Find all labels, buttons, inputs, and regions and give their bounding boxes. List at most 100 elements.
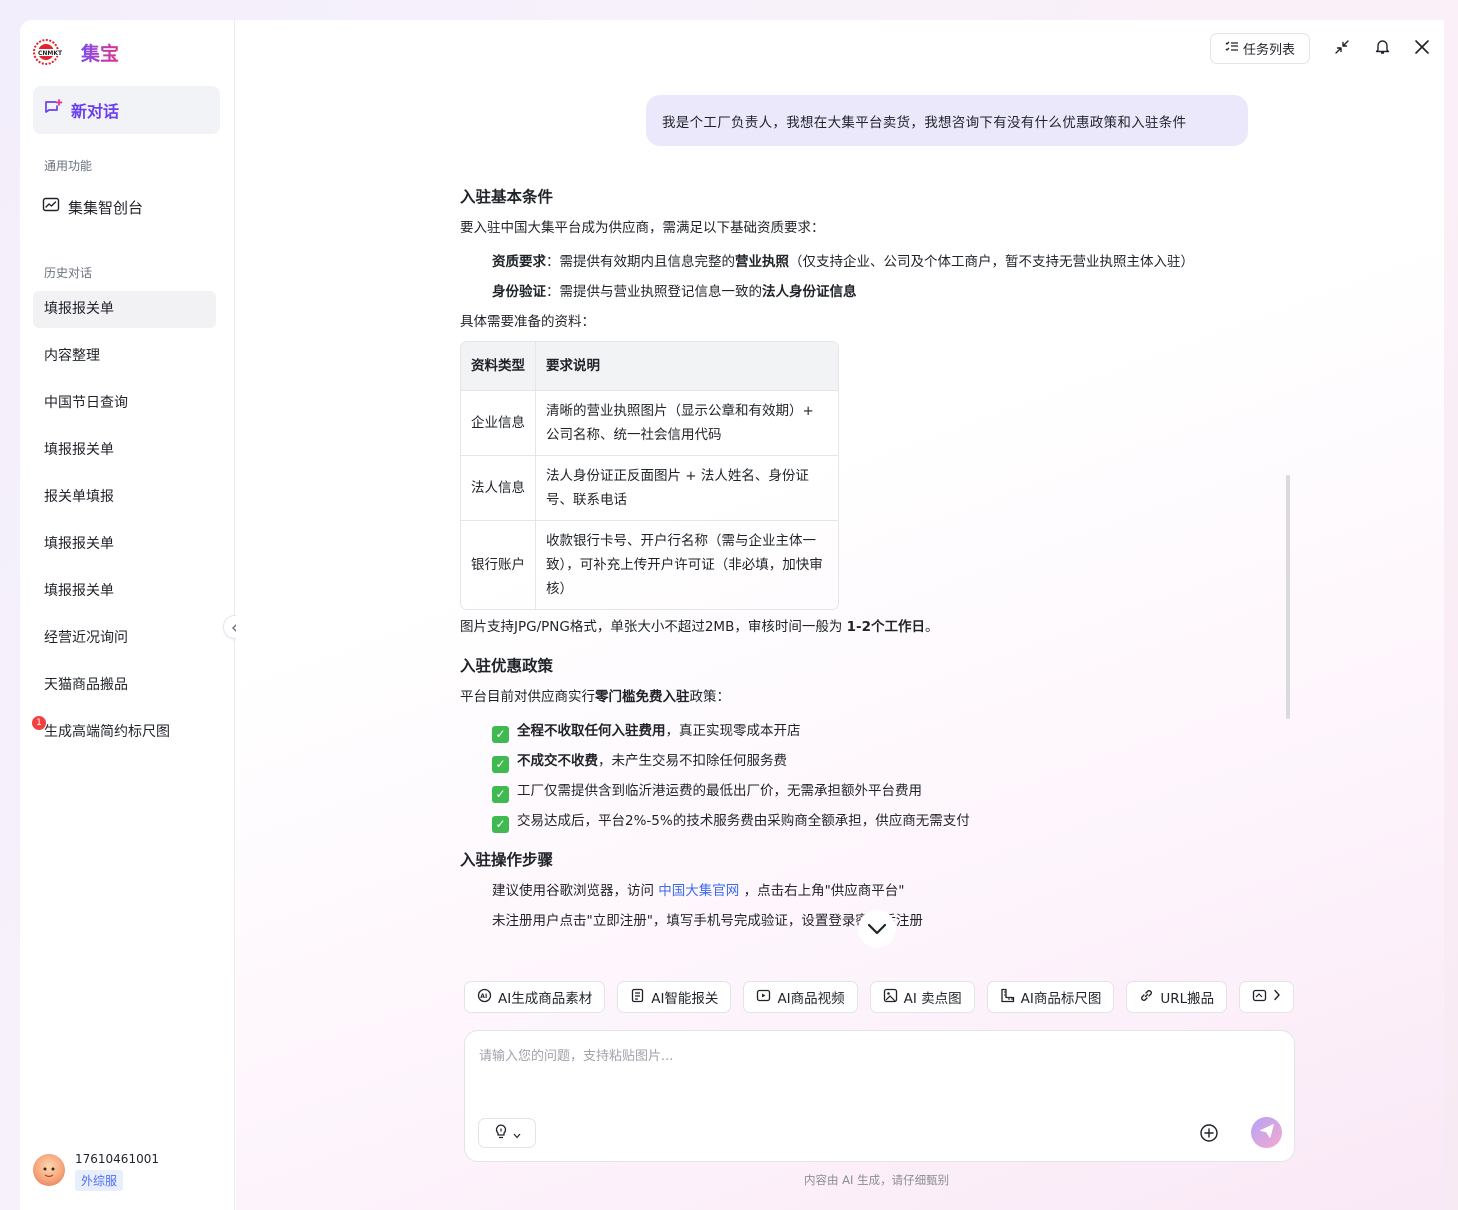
close-icon xyxy=(1414,39,1430,59)
ai-icon: AI xyxy=(477,988,492,1007)
table-row: 银行账户 收款银行卡号、开户行名称（需与企业主体一致），可补充上传开户许可证（非… xyxy=(461,520,838,609)
table-cell: 收款银行卡号、开户行名称（需与企业主体一致），可补充上传开户许可证（非必填，加快… xyxy=(536,520,838,609)
user-profile[interactable]: 17610461001 外综服 xyxy=(33,1150,159,1191)
history-item-label: 天猫商品搬品 xyxy=(44,677,128,693)
chip-ai-material[interactable]: AI AI生成商品素材 xyxy=(464,981,606,1013)
benefit-text: 交易达成后，平台2%-5%的技术服务费由采购商全额承担，供应商无需支付 xyxy=(517,813,970,829)
history-item[interactable]: 天猫商品搬品 xyxy=(33,667,216,704)
tool-item-studio[interactable]: 集集智创台 xyxy=(42,196,143,218)
history-list: 填报报关单 内容整理 中国节日查询 填报报关单 报关单填报 填报报关单 填报报关… xyxy=(32,291,216,761)
history-item[interactable]: 填报报关单 xyxy=(33,526,216,563)
avatar xyxy=(33,1154,65,1186)
bell-icon xyxy=(1374,38,1391,59)
check-icon: ✓ xyxy=(492,756,509,773)
chip-label: AI生成商品素材 xyxy=(498,991,593,1007)
materials-table: 资料类型 要求说明 企业信息 清晰的营业执照图片（显示公章和有效期）+ 公司名称… xyxy=(460,341,839,610)
history-item[interactable]: 报关单填报 xyxy=(33,479,216,516)
table-header: 要求说明 xyxy=(536,342,838,390)
image-icon xyxy=(1252,988,1267,1007)
notification-badge: 1 xyxy=(32,716,46,730)
history-item-label: 填报报关单 xyxy=(44,442,114,458)
user-message-text: 我是个工厂负责人，我想在大集平台卖货，我想咨询下有没有什么优惠政策和入驻条件 xyxy=(662,114,1187,131)
requirement-text: （仅支持企业、公司及个体工商户，暂不支持无营业执照主体入驻） xyxy=(789,254,1194,270)
quick-action-bar: AI AI生成商品素材 AI智能报关 AI商品视频 AI 卖点图 AI商品标尺图 xyxy=(464,981,1296,1013)
table-header-row: 资料类型 要求说明 xyxy=(461,342,838,390)
history-item-label: 中国节日查询 xyxy=(44,395,128,411)
svg-text:AI: AI xyxy=(480,993,487,1000)
new-chat-label: 新对话 xyxy=(71,102,120,121)
history-item-label: 生成高端简约标尺图 xyxy=(44,724,170,740)
video-icon xyxy=(756,988,771,1007)
paragraph-bold: 零门槛免费入驻 xyxy=(595,689,690,705)
chip-label: AI智能报关 xyxy=(651,991,719,1007)
benefit-bold: 全程不收取任何入驻费用 xyxy=(517,723,666,739)
official-site-link[interactable]: 中国大集官网 xyxy=(658,883,739,899)
chip-label: AI 卖点图 xyxy=(903,991,962,1007)
chip-url-import[interactable]: URL搬品 xyxy=(1126,981,1228,1013)
send-button[interactable] xyxy=(1251,1117,1282,1148)
table-row: 企业信息 清晰的营业执照图片（显示公章和有效期）+ 公司名称、统一社会信用代码 xyxy=(461,390,838,455)
notification-button[interactable] xyxy=(1374,38,1391,59)
chip-label: AI商品视频 xyxy=(777,991,845,1007)
lightbulb-icon xyxy=(493,1123,509,1143)
history-item[interactable]: 填报报关单 xyxy=(33,573,216,610)
link-icon xyxy=(1139,988,1154,1007)
scrollbar[interactable] xyxy=(1286,475,1290,719)
message-input[interactable] xyxy=(479,1045,1279,1105)
chevron-down-icon xyxy=(513,1124,521,1143)
minimize-button[interactable] xyxy=(1334,39,1350,59)
requirement-text: ：需提供有效期内且信息完整的 xyxy=(546,254,735,270)
table-cell: 清晰的营业执照图片（显示公章和有效期）+ 公司名称、统一社会信用代码 xyxy=(536,390,838,455)
section-title: 入驻操作步骤 xyxy=(460,851,554,869)
chip-ai-ruler[interactable]: AI商品标尺图 xyxy=(986,981,1115,1013)
step-text: ，点击右上角"供应商平台" xyxy=(739,883,905,899)
note-text: 。 xyxy=(925,619,939,635)
step-item: 建议使用谷歌浏览器，访问 中国大集官网 ，点击右上角"供应商平台" xyxy=(460,876,1260,906)
chip-ai-video[interactable]: AI商品视频 xyxy=(743,981,858,1013)
chat-main: 任务列表 我是个工厂负责人，我想在大集平台卖货，我想咨询下有没有什么优惠政策和入… xyxy=(236,20,1444,1210)
close-button[interactable] xyxy=(1414,39,1430,59)
benefit-bold: 不成交不收费 xyxy=(517,753,598,769)
benefit-item: ✓ 全程不收取任何入驻费用，真正实现零成本开店 xyxy=(460,716,1260,746)
tool-item-label: 集集智创台 xyxy=(68,198,144,217)
history-item-label: 填报报关单 xyxy=(44,536,114,552)
new-chat-button[interactable]: 新对话 xyxy=(33,86,220,134)
history-item[interactable]: 1 生成高端简约标尺图 xyxy=(32,714,216,751)
history-item[interactable]: 填报报关单 xyxy=(33,291,216,328)
paragraph: 具体需要准备的资料： xyxy=(460,314,595,330)
task-list-button[interactable]: 任务列表 xyxy=(1209,33,1310,64)
ruler-icon xyxy=(1000,988,1015,1007)
assistant-answer: 入驻基本条件 要入驻中国大集平台成为供应商，需满足以下基础资质要求： 资质要求：… xyxy=(460,185,1260,936)
table-cell: 企业信息 xyxy=(461,390,536,455)
chip-ai-customs[interactable]: AI智能报关 xyxy=(617,981,732,1013)
benefit-text: ，真正实现零成本开店 xyxy=(665,723,801,739)
history-item[interactable]: 填报报关单 xyxy=(33,432,216,469)
shrink-icon xyxy=(1334,39,1350,59)
note-bold: 1-2个工作日 xyxy=(846,619,926,635)
image-icon xyxy=(883,988,898,1007)
chip-label: AI商品标尺图 xyxy=(1020,991,1102,1007)
plus-circle-icon xyxy=(1199,1124,1219,1147)
history-item-label: 填报报关单 xyxy=(44,301,114,317)
app-logo[interactable]: CNMKT 集宝 xyxy=(33,38,119,66)
history-item[interactable]: 经营近况询问 xyxy=(33,620,216,657)
history-item-label: 报关单填报 xyxy=(44,489,114,505)
cnmkt-logo-icon: CNMKT xyxy=(33,38,75,66)
history-item-label: 内容整理 xyxy=(44,348,100,364)
benefit-item: ✓ 工厂仅需提供含到临沂港运费的最低出厂价，无需承担额外平台费用 xyxy=(460,776,1260,806)
chip-ai-selling-point[interactable]: AI 卖点图 xyxy=(869,981,975,1013)
attach-button[interactable] xyxy=(1199,1123,1219,1143)
user-message-bubble: 我是个工厂负责人，我想在大集平台卖货，我想咨询下有没有什么优惠政策和入驻条件 xyxy=(646,95,1248,146)
suggestion-dropdown[interactable] xyxy=(478,1118,536,1148)
scroll-to-bottom-button[interactable] xyxy=(858,910,896,948)
history-item[interactable]: 中国节日查询 xyxy=(33,385,216,422)
requirement-bold: 法人身份证信息 xyxy=(762,284,857,300)
benefit-item: ✓ 不成交不收费，未产生交易不扣除任何服务费 xyxy=(460,746,1260,776)
chevron-right-icon xyxy=(1273,989,1281,1005)
chip-more[interactable] xyxy=(1239,981,1295,1013)
history-item[interactable]: 内容整理 xyxy=(33,338,216,375)
table-cell: 法人信息 xyxy=(461,455,536,520)
paragraph-text: 政策： xyxy=(689,689,731,705)
requirement-label: 资质要求 xyxy=(492,254,546,270)
history-section-title: 历史对话 xyxy=(44,266,93,280)
